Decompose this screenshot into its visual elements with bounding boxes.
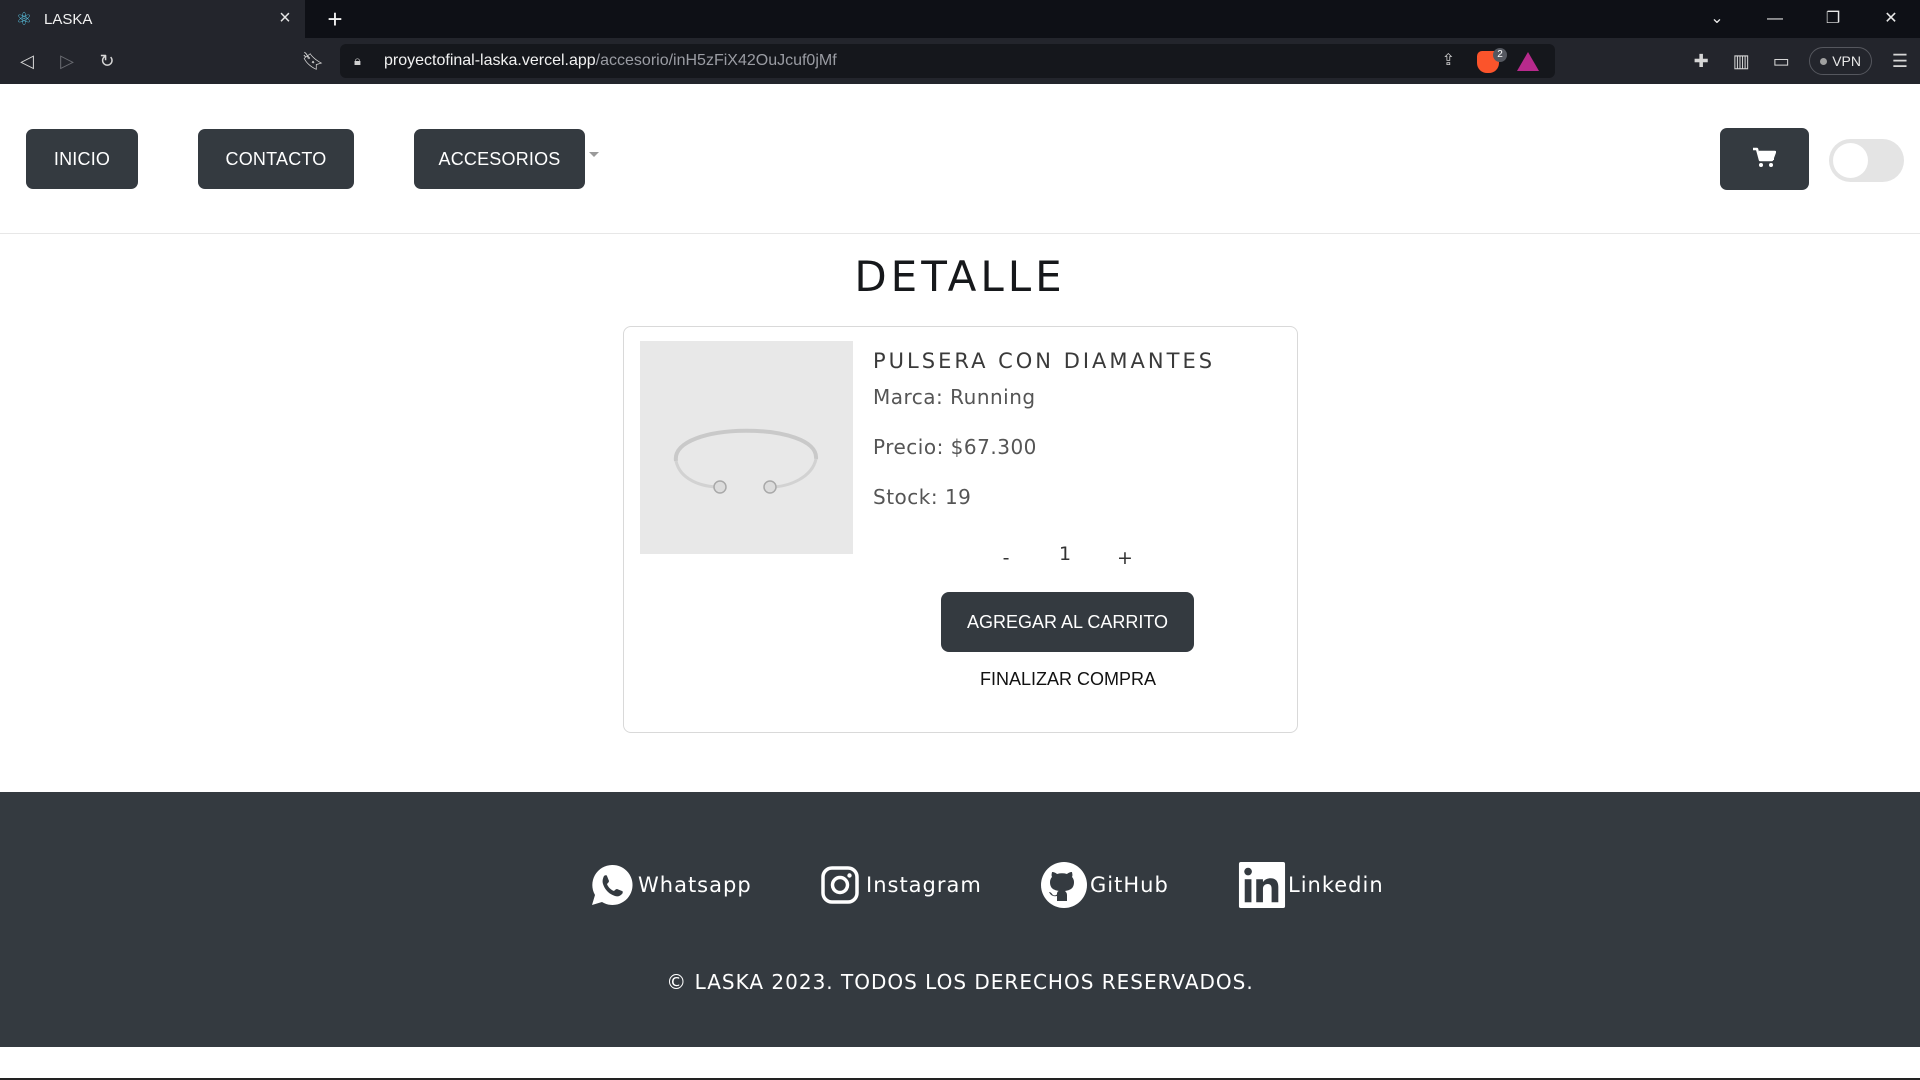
github-link[interactable]: GitHub — [1040, 860, 1169, 910]
navbar: INICIO CONTACTO ACCESORIOS — [0, 84, 1920, 234]
nav-inicio-button[interactable]: INICIO — [26, 129, 138, 189]
copyright-text: © LASKA 2023. TODOS LOS DERECHOS RESERVA… — [666, 970, 1254, 994]
share-icon[interactable]: ⇪ — [1442, 44, 1455, 78]
product-brand: Marca: Running — [873, 385, 1036, 409]
whatsapp-icon — [588, 861, 636, 909]
brave-rewards-icon[interactable] — [1517, 52, 1539, 71]
address-bar[interactable]: 🔒︎ proyectofinal-laska.vercel.app/acceso… — [340, 44, 1555, 78]
tab-title: LASKA — [44, 10, 93, 28]
quantity-value: 1 — [1058, 543, 1072, 565]
product-image — [640, 341, 853, 554]
page-title: DETALLE — [854, 252, 1066, 301]
cart-icon — [1753, 147, 1776, 167]
extensions-icon[interactable]: ✚ — [1681, 51, 1721, 72]
forward-icon[interactable]: ▷ — [52, 46, 82, 76]
reload-icon[interactable]: ↻ — [92, 46, 122, 76]
bracelet-image — [673, 428, 819, 494]
quantity-increment-button[interactable]: + — [1110, 547, 1140, 569]
whatsapp-link[interactable]: Whatsapp — [588, 860, 752, 910]
toggle-knob — [1833, 143, 1868, 178]
page: INICIO CONTACTO ACCESORIOS DETALLE PULSE… — [0, 84, 1920, 1080]
browser-tab[interactable]: ⚛ LASKA × — [0, 0, 305, 38]
quantity-decrement-button[interactable]: - — [991, 547, 1021, 569]
lock-icon: 🔒︎ — [354, 53, 361, 68]
url-text[interactable]: proyectofinal-laska.vercel.app/accesorio… — [384, 44, 837, 78]
shields-count-badge: 2 — [1493, 48, 1507, 62]
nav-contacto-button[interactable]: CONTACTO — [198, 129, 354, 189]
github-icon — [1040, 861, 1088, 909]
back-icon[interactable]: ◁ — [12, 46, 42, 76]
instagram-icon — [816, 861, 864, 909]
react-icon: ⚛ — [16, 9, 33, 29]
linkedin-label: Linkedin — [1288, 873, 1384, 897]
nav-accesorios-button[interactable]: ACCESORIOS — [414, 129, 585, 189]
chevron-down-icon[interactable] — [589, 152, 599, 157]
wallet-icon[interactable]: ▭ — [1761, 51, 1801, 72]
restore-button[interactable]: ❐ — [1804, 0, 1862, 38]
theme-toggle[interactable] — [1829, 139, 1904, 182]
product-stock: Stock: 19 — [873, 485, 972, 509]
github-label: GitHub — [1090, 873, 1169, 897]
sidebar-icon[interactable]: ▥ — [1721, 51, 1761, 72]
linkedin-link[interactable]: Linkedin — [1238, 860, 1384, 910]
footer: Whatsapp Instagram GitHub Linkedin © LAS… — [0, 792, 1920, 1047]
instagram-link[interactable]: Instagram — [816, 860, 982, 910]
instagram-label: Instagram — [866, 873, 982, 897]
minimize-button[interactable]: — — [1746, 0, 1804, 38]
finish-purchase-link[interactable]: FINALIZAR COMPRA — [873, 669, 1263, 690]
product-card: PULSERA CON DIAMANTES Marca: Running Pre… — [623, 326, 1298, 733]
vpn-button[interactable]: VPN — [1809, 47, 1872, 75]
linkedin-icon — [1238, 861, 1286, 909]
new-tab-button[interactable]: + — [320, 4, 350, 34]
product-price: Precio: $67.300 — [873, 435, 1037, 459]
browser-toolbar: ◁ ▷ ↻ 🔖︎ 🔒︎ proyectofinal-laska.vercel.a… — [0, 38, 1920, 84]
window-controls: ⌄ — ❐ ✕ — [1688, 0, 1920, 38]
cart-button[interactable] — [1720, 128, 1809, 190]
close-window-button[interactable]: ✕ — [1862, 0, 1920, 38]
browser-tab-strip: ⚛ LASKA × + ⌄ — ❐ ✕ — [0, 0, 1920, 38]
product-name: PULSERA CON DIAMANTES — [873, 349, 1216, 373]
menu-icon[interactable]: ☰ — [1880, 51, 1920, 72]
whatsapp-label: Whatsapp — [638, 873, 752, 897]
tab-search-icon[interactable]: ⌄ — [1688, 0, 1746, 38]
bookmark-icon[interactable]: 🔖︎ — [298, 46, 328, 76]
close-tab-icon[interactable]: × — [273, 7, 297, 31]
add-to-cart-button[interactable]: AGREGAR AL CARRITO — [941, 592, 1194, 652]
toolbar-right: ✚ ▥ ▭ VPN ☰ — [1681, 38, 1920, 84]
